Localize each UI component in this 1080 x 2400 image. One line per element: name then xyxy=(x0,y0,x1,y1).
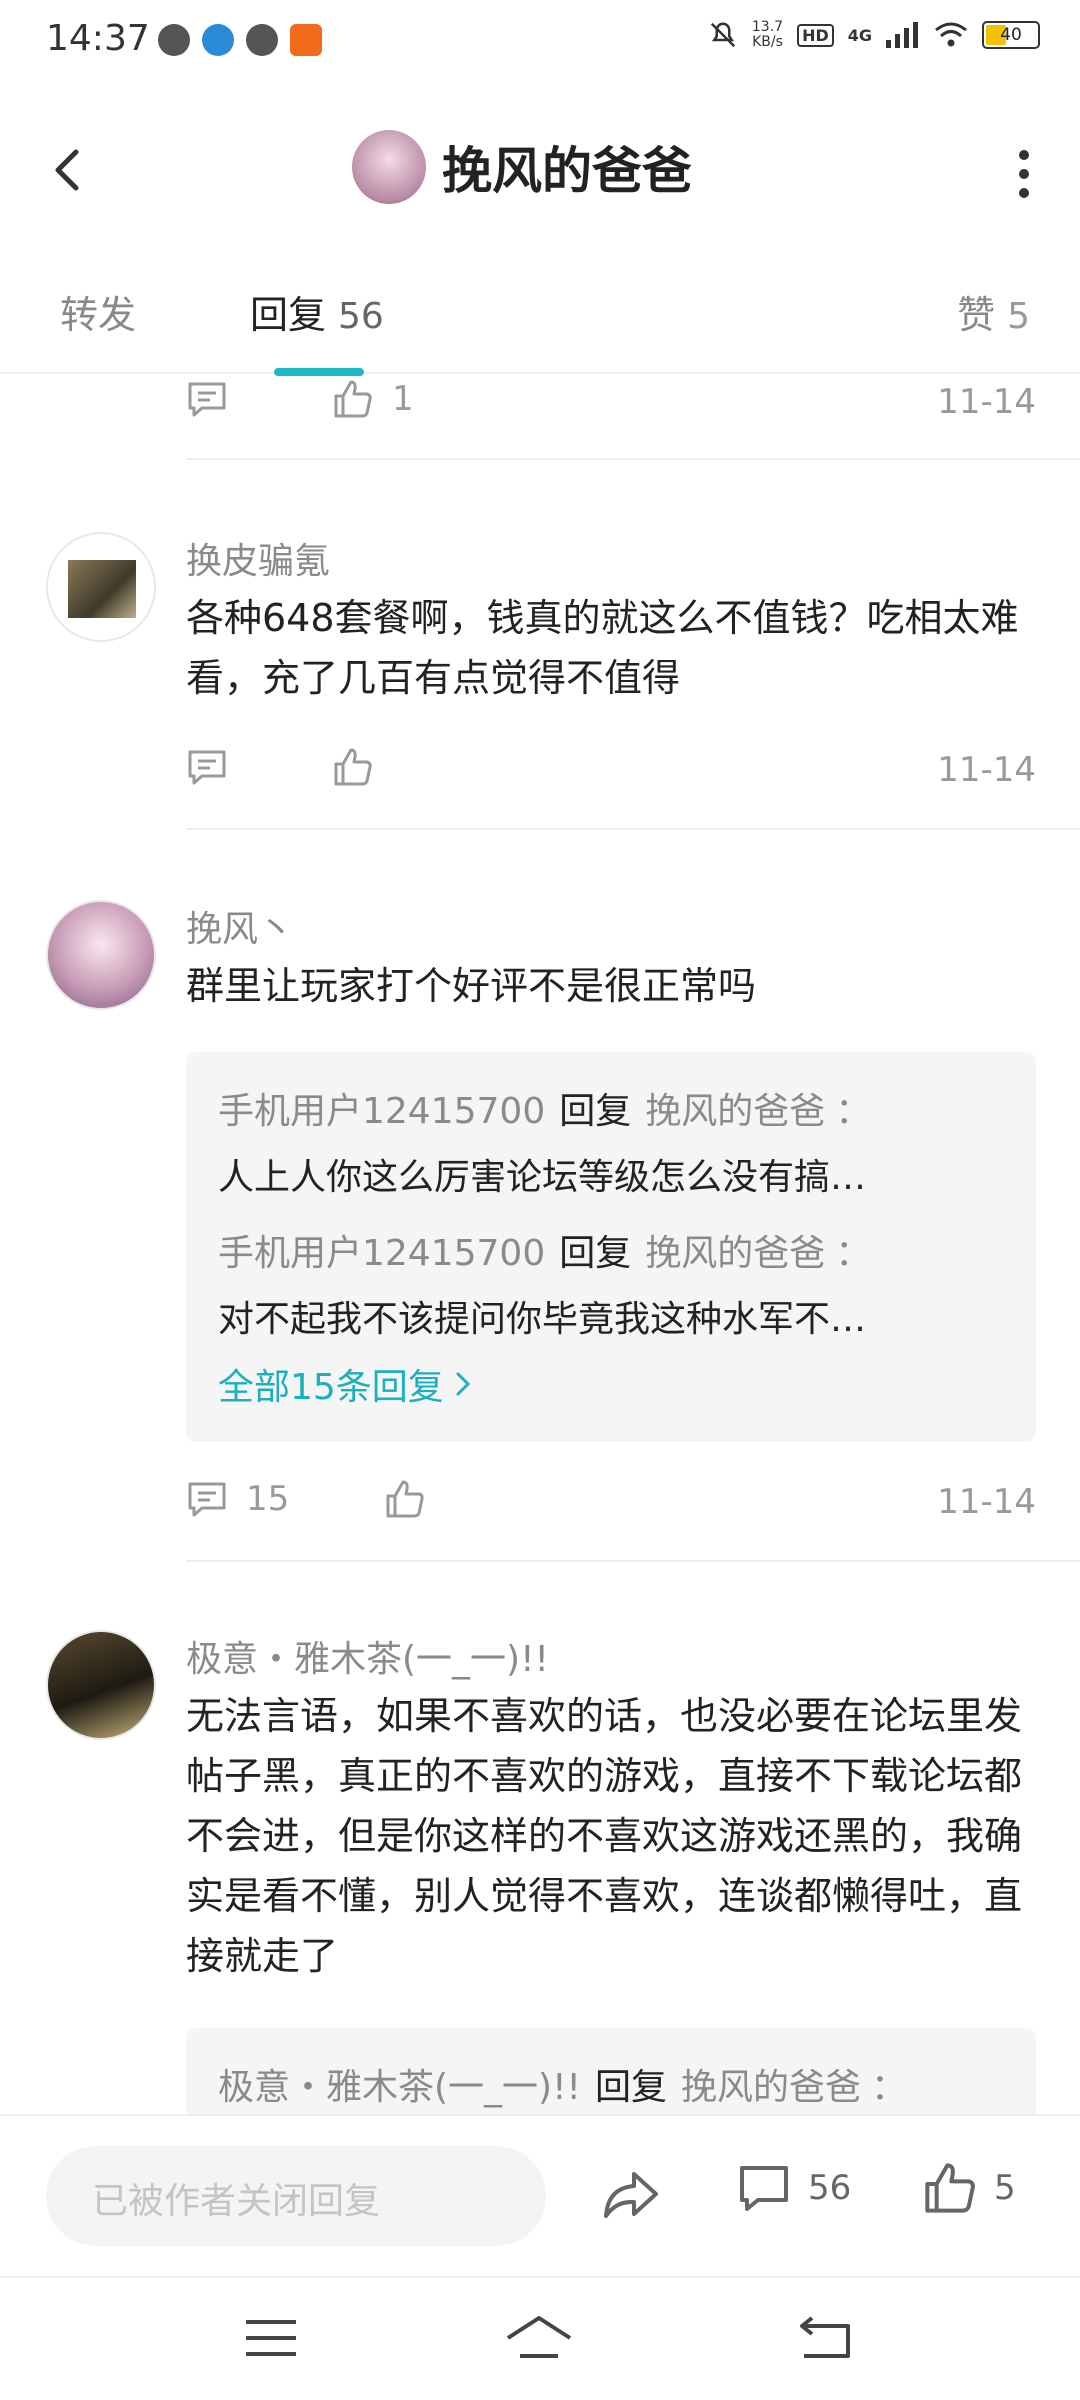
like-post-button[interactable]: 5 xyxy=(922,2160,1016,2216)
more-options-button[interactable] xyxy=(1004,144,1044,204)
tab-repost[interactable]: 转发 xyxy=(60,284,136,339)
reply-text: 对不起我不该提问你毕竟我这种水军不… xyxy=(218,1299,867,1340)
return-icon xyxy=(800,2316,850,2358)
status-right: 13.7 KB/s HD 4G 40 xyxy=(708,20,1040,50)
status-time: 14:37 xyxy=(46,18,150,59)
network-type: 4G xyxy=(847,25,872,45)
like-count: 1 xyxy=(392,379,414,419)
header: 挽风的爸爸 xyxy=(0,100,1080,240)
mute-icon xyxy=(710,22,736,48)
reply-button[interactable] xyxy=(186,378,228,420)
reply-from[interactable]: 手机用户12415700 xyxy=(218,1233,545,1274)
thumbs-up-icon xyxy=(334,380,372,418)
reply-header: 手机用户12415700 回复 挽风的爸爸： xyxy=(218,1091,872,1132)
bottom-action-bar: 已被作者关闭回复 56 5 xyxy=(0,2114,1080,2276)
tab-bar: 转发 回复 56 赞5 xyxy=(0,260,1080,376)
hd-badge: HD xyxy=(797,23,834,47)
chevron-right-icon xyxy=(456,1372,470,1396)
comment-count: 56 xyxy=(808,2168,852,2208)
username[interactable]: 挽风丶 xyxy=(186,900,294,952)
reply-to[interactable]: 挽风的爸爸 xyxy=(645,1091,825,1132)
author-avatar[interactable] xyxy=(352,130,426,204)
reply-header: 手机用户12415700 回复 挽风的爸爸： xyxy=(218,1233,872,1274)
comment-actions: 11-14 xyxy=(186,742,1036,802)
reply-button[interactable] xyxy=(186,746,228,788)
comment-date: 11-14 xyxy=(937,382,1036,422)
comment-date: 11-14 xyxy=(937,1482,1036,1522)
like-count: 5 xyxy=(1007,296,1030,337)
reply-button[interactable]: 15 xyxy=(186,1478,289,1520)
tab-likes[interactable]: 赞5 xyxy=(957,284,1030,339)
comment-actions: 15 11-14 xyxy=(186,1474,1036,1534)
thumbs-up-icon xyxy=(334,748,372,786)
comment-icon xyxy=(188,750,226,785)
thumbs-up-icon xyxy=(386,1480,424,1518)
browser-app-icon xyxy=(202,24,234,56)
comment-icon xyxy=(188,382,226,417)
comment-actions: 1 11-14 xyxy=(186,374,1036,434)
page-title: 挽风的爸爸 xyxy=(442,142,692,200)
status-bar: 14:37 13.7 KB/s HD 4G 40 xyxy=(0,0,1080,84)
like-button[interactable] xyxy=(384,1478,426,1520)
back-nav-button[interactable] xyxy=(790,2308,860,2368)
thumbs-up-icon xyxy=(925,2163,975,2213)
home-icon xyxy=(506,2316,572,2358)
battery-icon: 40 xyxy=(982,21,1040,49)
divider xyxy=(186,458,1080,460)
dot-icon xyxy=(1019,169,1029,179)
reply-from[interactable]: 手机用户12415700 xyxy=(218,1091,545,1132)
wifi-icon xyxy=(935,22,967,47)
user-avatar[interactable] xyxy=(46,1630,156,1740)
reply-text: 人上人你这么厉害论坛等级怎么没有搞… xyxy=(218,1157,867,1198)
home-nav-button[interactable] xyxy=(504,2308,574,2368)
reply-preview-box[interactable]: 手机用户12415700 回复 挽风的爸爸： 人上人你这么厉害论坛等级怎么没有搞… … xyxy=(186,1052,1036,1442)
comment-text: 各种648套餐啊，钱真的就这么不值钱？吃相太难看，充了几百有点觉得不值得 xyxy=(186,596,1019,700)
reply-input[interactable]: 已被作者关闭回复 xyxy=(46,2146,546,2246)
notification-icons xyxy=(158,24,322,56)
comment-list[interactable]: 1 11-14 换皮骗氪 各种648套餐啊，钱真的就这么不值钱？吃相太难看，充了… xyxy=(0,374,1080,2114)
comment-icon xyxy=(740,2166,788,2211)
comment-icon xyxy=(188,1482,226,1517)
reply-header: 极意・雅木茶(一_一)!! 回复 挽风的爸爸： xyxy=(218,2067,908,2108)
signal-icon xyxy=(886,22,918,48)
reply-to[interactable]: 挽风的爸爸 xyxy=(645,1233,825,1274)
author-header[interactable]: 挽风的爸爸 xyxy=(352,130,692,204)
divider xyxy=(186,1560,1080,1562)
chevron-left-icon xyxy=(55,149,79,191)
music-app-icon xyxy=(158,24,190,56)
dot-icon xyxy=(1019,150,1029,160)
all-replies-link[interactable]: 全部15条回复 xyxy=(218,1358,474,1410)
back-button[interactable] xyxy=(40,140,100,200)
battery-level: 40 xyxy=(1000,25,1022,45)
share-button[interactable] xyxy=(596,2160,666,2230)
system-nav-bar xyxy=(0,2276,1080,2400)
reply-preview-box[interactable]: 极意・雅木茶(一_一)!! 回复 挽风的爸爸： xyxy=(186,2028,1036,2114)
tab-replies[interactable]: 回复 56 xyxy=(250,284,384,339)
dot-icon xyxy=(1019,188,1029,198)
username[interactable]: 极意・雅木茶(一_一)!! xyxy=(186,1630,549,1682)
share-icon xyxy=(604,2172,658,2218)
user-avatar[interactable] xyxy=(46,900,156,1010)
reply-from[interactable]: 极意・雅木茶(一_一)!! xyxy=(218,2067,581,2108)
user-avatar[interactable] xyxy=(46,532,156,642)
menu-icon xyxy=(246,2320,296,2356)
menu-nav-button[interactable] xyxy=(236,2308,306,2368)
comment-text: 群里让玩家打个好评不是很正常吗 xyxy=(186,964,757,1008)
comments-button[interactable]: 56 xyxy=(736,2160,851,2216)
reply-count: 15 xyxy=(246,1479,290,1519)
like-button[interactable]: 1 xyxy=(332,378,414,420)
avatar-image xyxy=(68,560,136,618)
comment-text: 无法言语，如果不喜欢的话，也没必要在论坛里发帖子黑，真正的不喜欢的游戏，直接不下… xyxy=(186,1694,1023,1978)
network-speed: 13.7 KB/s xyxy=(751,19,784,50)
username[interactable]: 换皮骗氪 xyxy=(186,532,330,584)
compass-app-icon xyxy=(246,24,278,56)
reply-to[interactable]: 挽风的爸爸 xyxy=(681,2067,861,2108)
comment-date: 11-14 xyxy=(937,750,1036,790)
like-button[interactable] xyxy=(332,746,374,788)
store-app-icon xyxy=(290,24,322,56)
reply-count: 56 xyxy=(338,296,384,337)
like-count: 5 xyxy=(994,2168,1016,2208)
divider xyxy=(186,828,1080,830)
